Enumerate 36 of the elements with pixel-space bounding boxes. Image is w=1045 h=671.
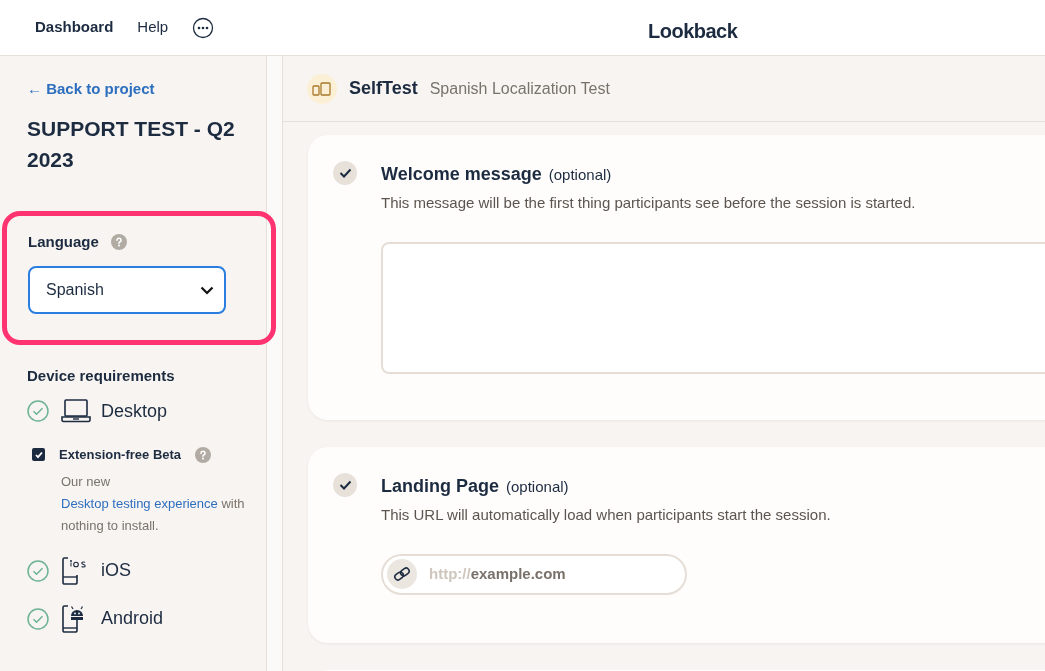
section-heading: Device requirements [27,365,176,386]
help-icon[interactable] [110,233,127,250]
optional-tag: (optional) [506,476,569,499]
section-description: This message will be the first thing participants see before the session is started. [381,193,917,213]
link-icon [387,559,417,589]
field-label: Language [28,231,99,252]
option-description: Our new Desktop testing experience with nothing to install. [61,472,246,535]
test-name: SelfTest [349,77,418,100]
message-textarea[interactable] [381,241,1045,374]
check-circle-icon[interactable] [27,559,49,582]
device-label: iOS [101,559,131,582]
url-input[interactable]: example.com [470,562,631,586]
desktop-testing-link[interactable]: Desktop testing experience [61,495,218,511]
test-subtitle: Spanish Localization Test [429,78,610,99]
option-label: Extension-free Beta [59,446,182,464]
app-title: Lookback [648,19,738,44]
laptop-icon [61,398,91,424]
caret-icon [200,285,214,295]
url-prefix: http:// [429,563,471,584]
section-description: This URL will automatically load when participants start the session. [381,505,831,525]
nav-link[interactable]: Help [137,16,169,39]
device-label: Android [101,607,164,630]
help-icon[interactable] [195,446,212,463]
project-title: SUPPORT TEST - Q2 2023 [27,115,236,173]
check-circle-icon[interactable] [27,607,49,630]
check-circle-icon[interactable] [27,400,49,422]
checkbox[interactable] [32,448,45,462]
optional-tag: (optional) [548,164,612,187]
section-title: Landing Page [381,475,499,498]
back-link[interactable]: ← Back to project [27,78,155,101]
devices-icon [307,73,337,104]
device-label: Desktop [101,399,168,423]
section-title: Welcome message [381,163,542,186]
nav-link[interactable]: Dashboard [35,16,114,39]
language-dropdown[interactable]: Spanish [28,266,226,314]
more-icon[interactable] [192,16,215,39]
